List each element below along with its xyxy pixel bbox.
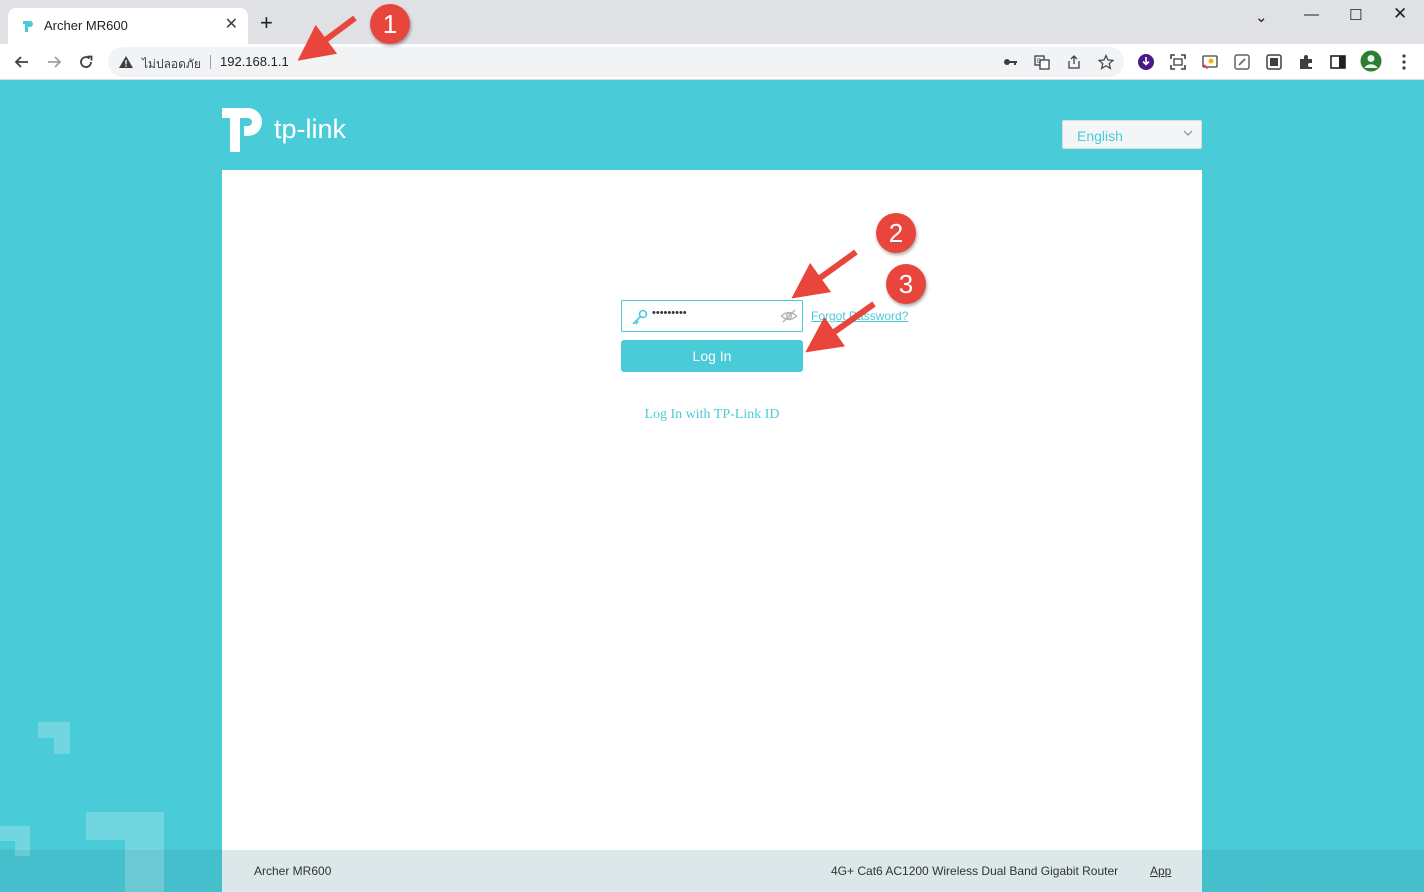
download-extension-icon[interactable] — [1136, 52, 1156, 72]
translate-icon[interactable]: G — [1034, 54, 1050, 70]
tab-close-icon[interactable]: ✕ — [225, 16, 238, 34]
sidepanel-icon[interactable] — [1328, 52, 1348, 72]
menu-icon[interactable] — [1394, 52, 1414, 72]
brand-name: tp-link — [274, 114, 347, 144]
close-window-button[interactable]: ✕ — [1393, 4, 1407, 24]
svg-text:G: G — [1037, 58, 1042, 65]
login-button[interactable]: Log In — [621, 340, 803, 372]
step-badge-3: 3 — [886, 264, 926, 304]
password-field[interactable]: ••••••••• — [621, 300, 803, 332]
edit-icon[interactable] — [1232, 52, 1252, 72]
star-icon[interactable] — [1098, 54, 1114, 70]
footer-description: 4G+ Cat6 AC1200 Wireless Dual Band Gigab… — [831, 864, 1119, 878]
puzzle-icon[interactable] — [1296, 52, 1316, 72]
language-select[interactable]: English — [1062, 120, 1202, 149]
tab-title: Archer MR600 — [44, 18, 128, 33]
key-icon — [632, 309, 648, 325]
step-badge-2: 2 — [876, 213, 916, 253]
forgot-password-link[interactable]: Forgot Password? — [811, 309, 908, 323]
minimize-button[interactable]: — — [1304, 6, 1319, 23]
cast-icon[interactable] — [1200, 52, 1220, 72]
chevron-down-icon — [1183, 130, 1193, 137]
footer: Archer MR600 4G+ Cat6 AC1200 Wireless Du… — [222, 850, 1202, 892]
app-link[interactable]: App — [1150, 864, 1171, 878]
address-bar[interactable]: ไม่ปลอดภัย 192.168.1.1 G — [108, 47, 1124, 77]
key-icon[interactable] — [1002, 54, 1018, 70]
browser-toolbar: ไม่ปลอดภัย 192.168.1.1 G — [0, 44, 1424, 80]
login-panel — [222, 170, 1202, 851]
browser-tabstrip: Archer MR600 ✕ + ⌄ — ☐ ✕ — [0, 0, 1424, 44]
tab-search-icon[interactable]: ⌄ — [1255, 8, 1268, 26]
divider — [210, 55, 211, 69]
url-text[interactable]: 192.168.1.1 — [220, 54, 289, 69]
warning-icon[interactable] — [118, 54, 134, 70]
maximize-button[interactable]: ☐ — [1349, 6, 1362, 24]
profile-avatar[interactable] — [1360, 50, 1382, 72]
language-value: English — [1077, 128, 1123, 144]
browser-tab[interactable]: Archer MR600 ✕ — [8, 8, 248, 44]
share-icon[interactable] — [1066, 54, 1082, 70]
back-icon[interactable] — [12, 52, 32, 72]
tplink-favicon-icon — [23, 21, 33, 32]
new-tab-button[interactable]: + — [260, 12, 273, 34]
capture-icon[interactable] — [1264, 52, 1284, 72]
screenshot-icon[interactable] — [1168, 52, 1188, 72]
forward-icon[interactable] — [44, 52, 64, 72]
reload-icon[interactable] — [76, 52, 96, 72]
security-label[interactable]: ไม่ปลอดภัย — [142, 55, 201, 74]
tplink-id-login-link[interactable]: Log In with TP-Link ID — [622, 407, 802, 423]
decorative-shape — [38, 722, 70, 754]
footer-model: Archer MR600 — [254, 864, 332, 878]
eye-hidden-icon[interactable] — [780, 307, 798, 325]
step-badge-1: 1 — [370, 4, 410, 44]
tplink-logo: tp-link — [222, 108, 347, 152]
password-value: ••••••••• — [652, 307, 687, 319]
